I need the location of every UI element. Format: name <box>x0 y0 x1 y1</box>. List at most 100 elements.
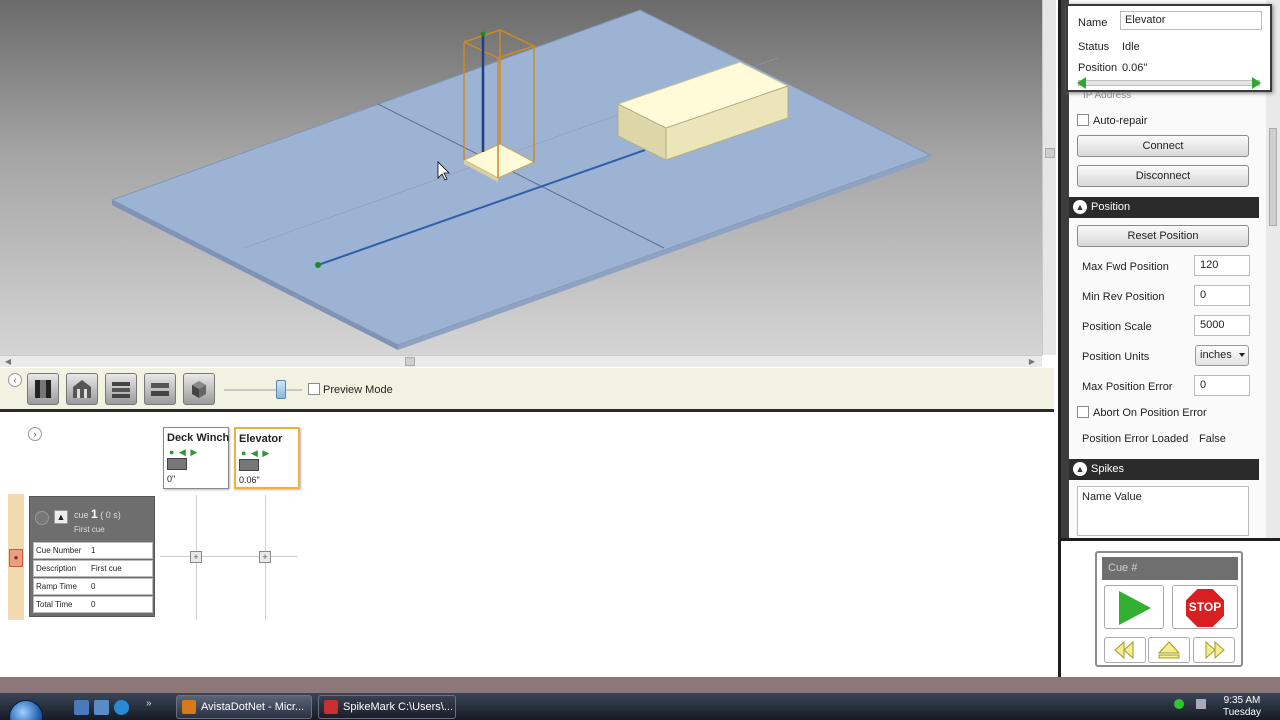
task-label: AvistaDotNet - Micr... <box>201 701 305 713</box>
zoom-slider-track[interactable] <box>224 389 302 391</box>
cue-collapse-icon[interactable]: ▲ <box>54 510 68 524</box>
internet-explorer-icon[interactable] <box>114 700 129 715</box>
popup-status-label: Status <box>1078 41 1110 53</box>
stack-icon <box>112 382 130 398</box>
min-rev-input[interactable]: 0 <box>1194 285 1250 306</box>
viewport-vertical-scrollbar[interactable] <box>1042 0 1056 355</box>
show-desktop-icon[interactable] <box>74 700 89 715</box>
arrow-left-icon[interactable] <box>1077 77 1086 89</box>
field-label: Ramp Time <box>36 582 77 591</box>
axis-info-popup: Name Elevator Status Idle Position 0.06" <box>1066 4 1272 92</box>
zoom-slider-thumb[interactable] <box>276 380 286 399</box>
clock-day: Tuesday <box>1223 707 1261 718</box>
taskbar-clock[interactable]: 9:35 AM Tuesday <box>1222 695 1262 719</box>
axis-card-deck-winch[interactable]: Deck Winch ● ◀ ▶ 0" <box>163 427 229 489</box>
winch-start-node <box>315 262 321 268</box>
stop-button[interactable]: STOP <box>1172 585 1238 629</box>
cue-side-rail: ● <box>8 494 24 620</box>
network-status-icon[interactable] <box>1174 699 1184 709</box>
max-fwd-input[interactable]: 120 <box>1194 255 1250 276</box>
popup-name-input[interactable]: Elevator <box>1120 11 1262 30</box>
taskbar-button-spikemark[interactable]: SpikeMark C:\Users\... <box>318 695 456 719</box>
go-button[interactable] <box>1104 585 1164 629</box>
iso-view-button[interactable] <box>183 373 215 405</box>
fast-forward-icon <box>1205 640 1225 660</box>
iso-box-icon <box>192 381 206 398</box>
stage-scene[interactable] <box>0 0 1042 355</box>
spikes-table[interactable]: Name Value <box>1077 486 1249 536</box>
field-value[interactable]: 1 <box>91 546 95 555</box>
position-scale-input[interactable]: 5000 <box>1194 315 1250 336</box>
axis-card-elevator[interactable]: Elevator ● ◀ ▶ 0.06" <box>234 427 300 489</box>
position-section-header[interactable]: ▲ Position <box>1069 197 1259 218</box>
preview-mode-checkbox[interactable] <box>308 383 320 395</box>
quicklaunch-overflow-icon[interactable]: » <box>146 698 152 709</box>
popup-name-label: Name <box>1078 17 1108 29</box>
viewport-hscroll-thumb[interactable] <box>405 357 415 366</box>
cue-field-row[interactable]: Ramp Time 0 <box>33 578 153 595</box>
auto-repair-checkbox[interactable] <box>1077 114 1089 126</box>
arrow-right-icon[interactable] <box>1252 77 1261 89</box>
next-cue-button[interactable] <box>1193 637 1235 663</box>
error-loaded-label: Position Error Loaded <box>1082 433 1189 445</box>
position-units-label: Position Units <box>1082 351 1150 363</box>
previous-cue-button[interactable] <box>1104 637 1146 663</box>
expand-cue-chevron-icon[interactable]: › <box>28 427 42 441</box>
switch-windows-icon[interactable] <box>94 700 109 715</box>
cue-field-row[interactable]: Total Time 0 <box>33 596 153 613</box>
popup-status-value: Idle <box>1122 41 1140 53</box>
axis-name: Deck Winch <box>167 432 230 444</box>
transport-panel: Cue # STOP <box>1095 551 1243 667</box>
house-view-button[interactable] <box>66 373 98 405</box>
max-error-input[interactable]: 0 <box>1194 375 1250 396</box>
taskbar-button-avistadotnet[interactable]: AvistaDotNet - Micr... <box>176 695 312 719</box>
viewport-horizontal-scrollbar[interactable]: ◀ ▶ <box>0 355 1042 367</box>
field-value[interactable]: 0 <box>91 582 95 591</box>
visual-studio-icon <box>182 700 196 714</box>
collapse-chevron-icon[interactable]: ▲ <box>1073 200 1087 214</box>
eject-button[interactable] <box>1148 637 1190 663</box>
select-value: inches <box>1200 349 1232 361</box>
cue-panel[interactable]: ▲ cue 1 ( 0 s) First cue Cue Number 1 Des… <box>29 496 155 617</box>
collapse-toolbar-chevron-icon[interactable]: ‹ <box>8 373 22 387</box>
position-units-select[interactable]: inches <box>1195 345 1249 366</box>
eject-icon <box>1157 641 1181 659</box>
cue-timeline-area: › Deck Winch ● ◀ ▶ 0" Elevator ● ◀ ▶ 0.0… <box>0 415 1056 677</box>
position-indicator-bar[interactable] <box>1077 77 1261 89</box>
axis-status-icons: ● ◀ ▶ <box>241 448 271 458</box>
abort-on-error-checkbox[interactable] <box>1077 406 1089 418</box>
scroll-left-arrow-icon[interactable]: ◀ <box>2 356 14 367</box>
field-value[interactable]: 0 <box>91 600 95 609</box>
rewind-icon <box>1114 640 1134 660</box>
taskbar-top-band <box>0 677 1280 693</box>
stack-alt-view-button[interactable] <box>144 373 176 405</box>
field-value[interactable]: First cue <box>91 564 122 573</box>
cue-field-row[interactable]: Description First cue <box>33 560 153 577</box>
curtain-view-button[interactable] <box>27 373 59 405</box>
stack-view-button[interactable] <box>105 373 137 405</box>
cue-number-field[interactable]: Cue # <box>1102 557 1238 580</box>
max-error-label: Max Position Error <box>1082 381 1173 393</box>
volume-icon[interactable] <box>1196 699 1206 709</box>
cue-header: cue 1 ( 0 s) <box>74 507 121 521</box>
cue-marker-icon[interactable]: ● <box>9 549 23 567</box>
spikes-section-header[interactable]: ▲ Spikes <box>1069 459 1259 480</box>
add-keyframe-icon[interactable]: + <box>259 551 271 563</box>
cue-number: 1 <box>91 507 98 521</box>
house-icon <box>73 380 91 398</box>
3d-viewport[interactable] <box>0 0 1042 355</box>
axis-value: 0.06" <box>239 475 260 485</box>
collapse-chevron-icon[interactable]: ▲ <box>1073 462 1087 476</box>
cue-field-row[interactable]: Cue Number 1 <box>33 542 153 559</box>
properties-scroll-thumb[interactable] <box>1269 128 1277 226</box>
disconnect-button[interactable]: Disconnect <box>1077 165 1249 187</box>
spikemark-icon <box>324 700 338 714</box>
section-title: Spikes <box>1091 463 1125 475</box>
connect-button[interactable]: Connect <box>1077 135 1249 157</box>
viewport-vscroll-thumb[interactable] <box>1045 148 1055 158</box>
reset-position-button[interactable]: Reset Position <box>1077 225 1249 247</box>
add-keyframe-icon[interactable]: + <box>190 551 202 563</box>
axis-value: 0" <box>167 474 176 484</box>
scroll-right-arrow-icon[interactable]: ▶ <box>1026 356 1038 367</box>
field-label: Cue Number <box>36 546 82 555</box>
